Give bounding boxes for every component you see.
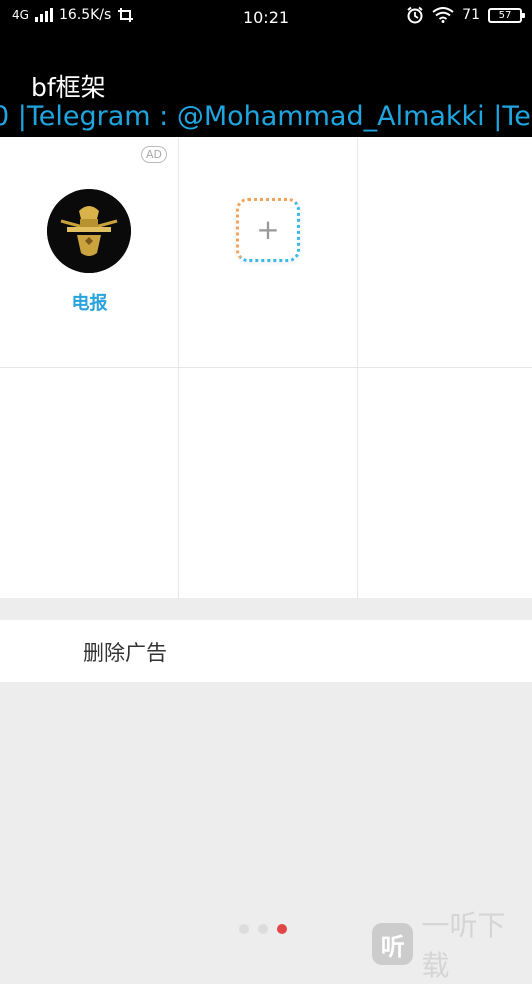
watermark-text: 一听下载 xyxy=(421,909,506,982)
emblem-icon xyxy=(47,189,131,273)
status-right: 71 57 xyxy=(406,6,525,24)
app-grid: AD 电报 + xyxy=(0,137,532,598)
telegram-avatar xyxy=(47,189,131,273)
grid-cell-empty-1 xyxy=(358,137,532,368)
grid-cell-telegram[interactable]: AD 电报 xyxy=(0,137,179,368)
remove-ads-label: 删除广告 xyxy=(83,641,167,665)
add-button[interactable]: + xyxy=(236,198,300,262)
grid-cell-add[interactable]: + xyxy=(179,137,358,368)
app-title: bf框架 xyxy=(31,73,106,102)
battery-icon: 57 xyxy=(488,7,525,23)
app-header: bf框架 0 |Telegram : @Mohammad_Almakki |Te… xyxy=(0,36,532,137)
watermark-logo: 听 xyxy=(372,923,414,965)
tile-label: 电报 xyxy=(71,293,108,314)
grid-cell-empty-3 xyxy=(179,368,358,598)
watermark: 听 一听下载 xyxy=(372,904,532,984)
ad-badge: AD xyxy=(141,146,167,163)
grid-cell-empty-2 xyxy=(0,368,179,598)
battery-level: 71 xyxy=(462,7,480,23)
add-icon: + xyxy=(256,213,280,246)
marquee-banner[interactable]: 0 |Telegram : @Mohammad_Almakki |Tel xyxy=(0,101,532,132)
alarm-icon xyxy=(407,6,423,24)
remove-ads-row[interactable]: 删除广告 xyxy=(0,620,532,682)
page-dot[interactable] xyxy=(239,924,249,934)
page-indicator xyxy=(239,924,287,934)
page-dot-active[interactable] xyxy=(277,924,287,934)
status-bar: 4G 16.5K/s 10:21 71 57 xyxy=(0,0,532,36)
page-dot[interactable] xyxy=(258,924,268,934)
wifi-icon xyxy=(432,7,454,23)
battery-box-text: 57 xyxy=(498,9,512,21)
grid-cell-empty-4 xyxy=(358,368,532,598)
